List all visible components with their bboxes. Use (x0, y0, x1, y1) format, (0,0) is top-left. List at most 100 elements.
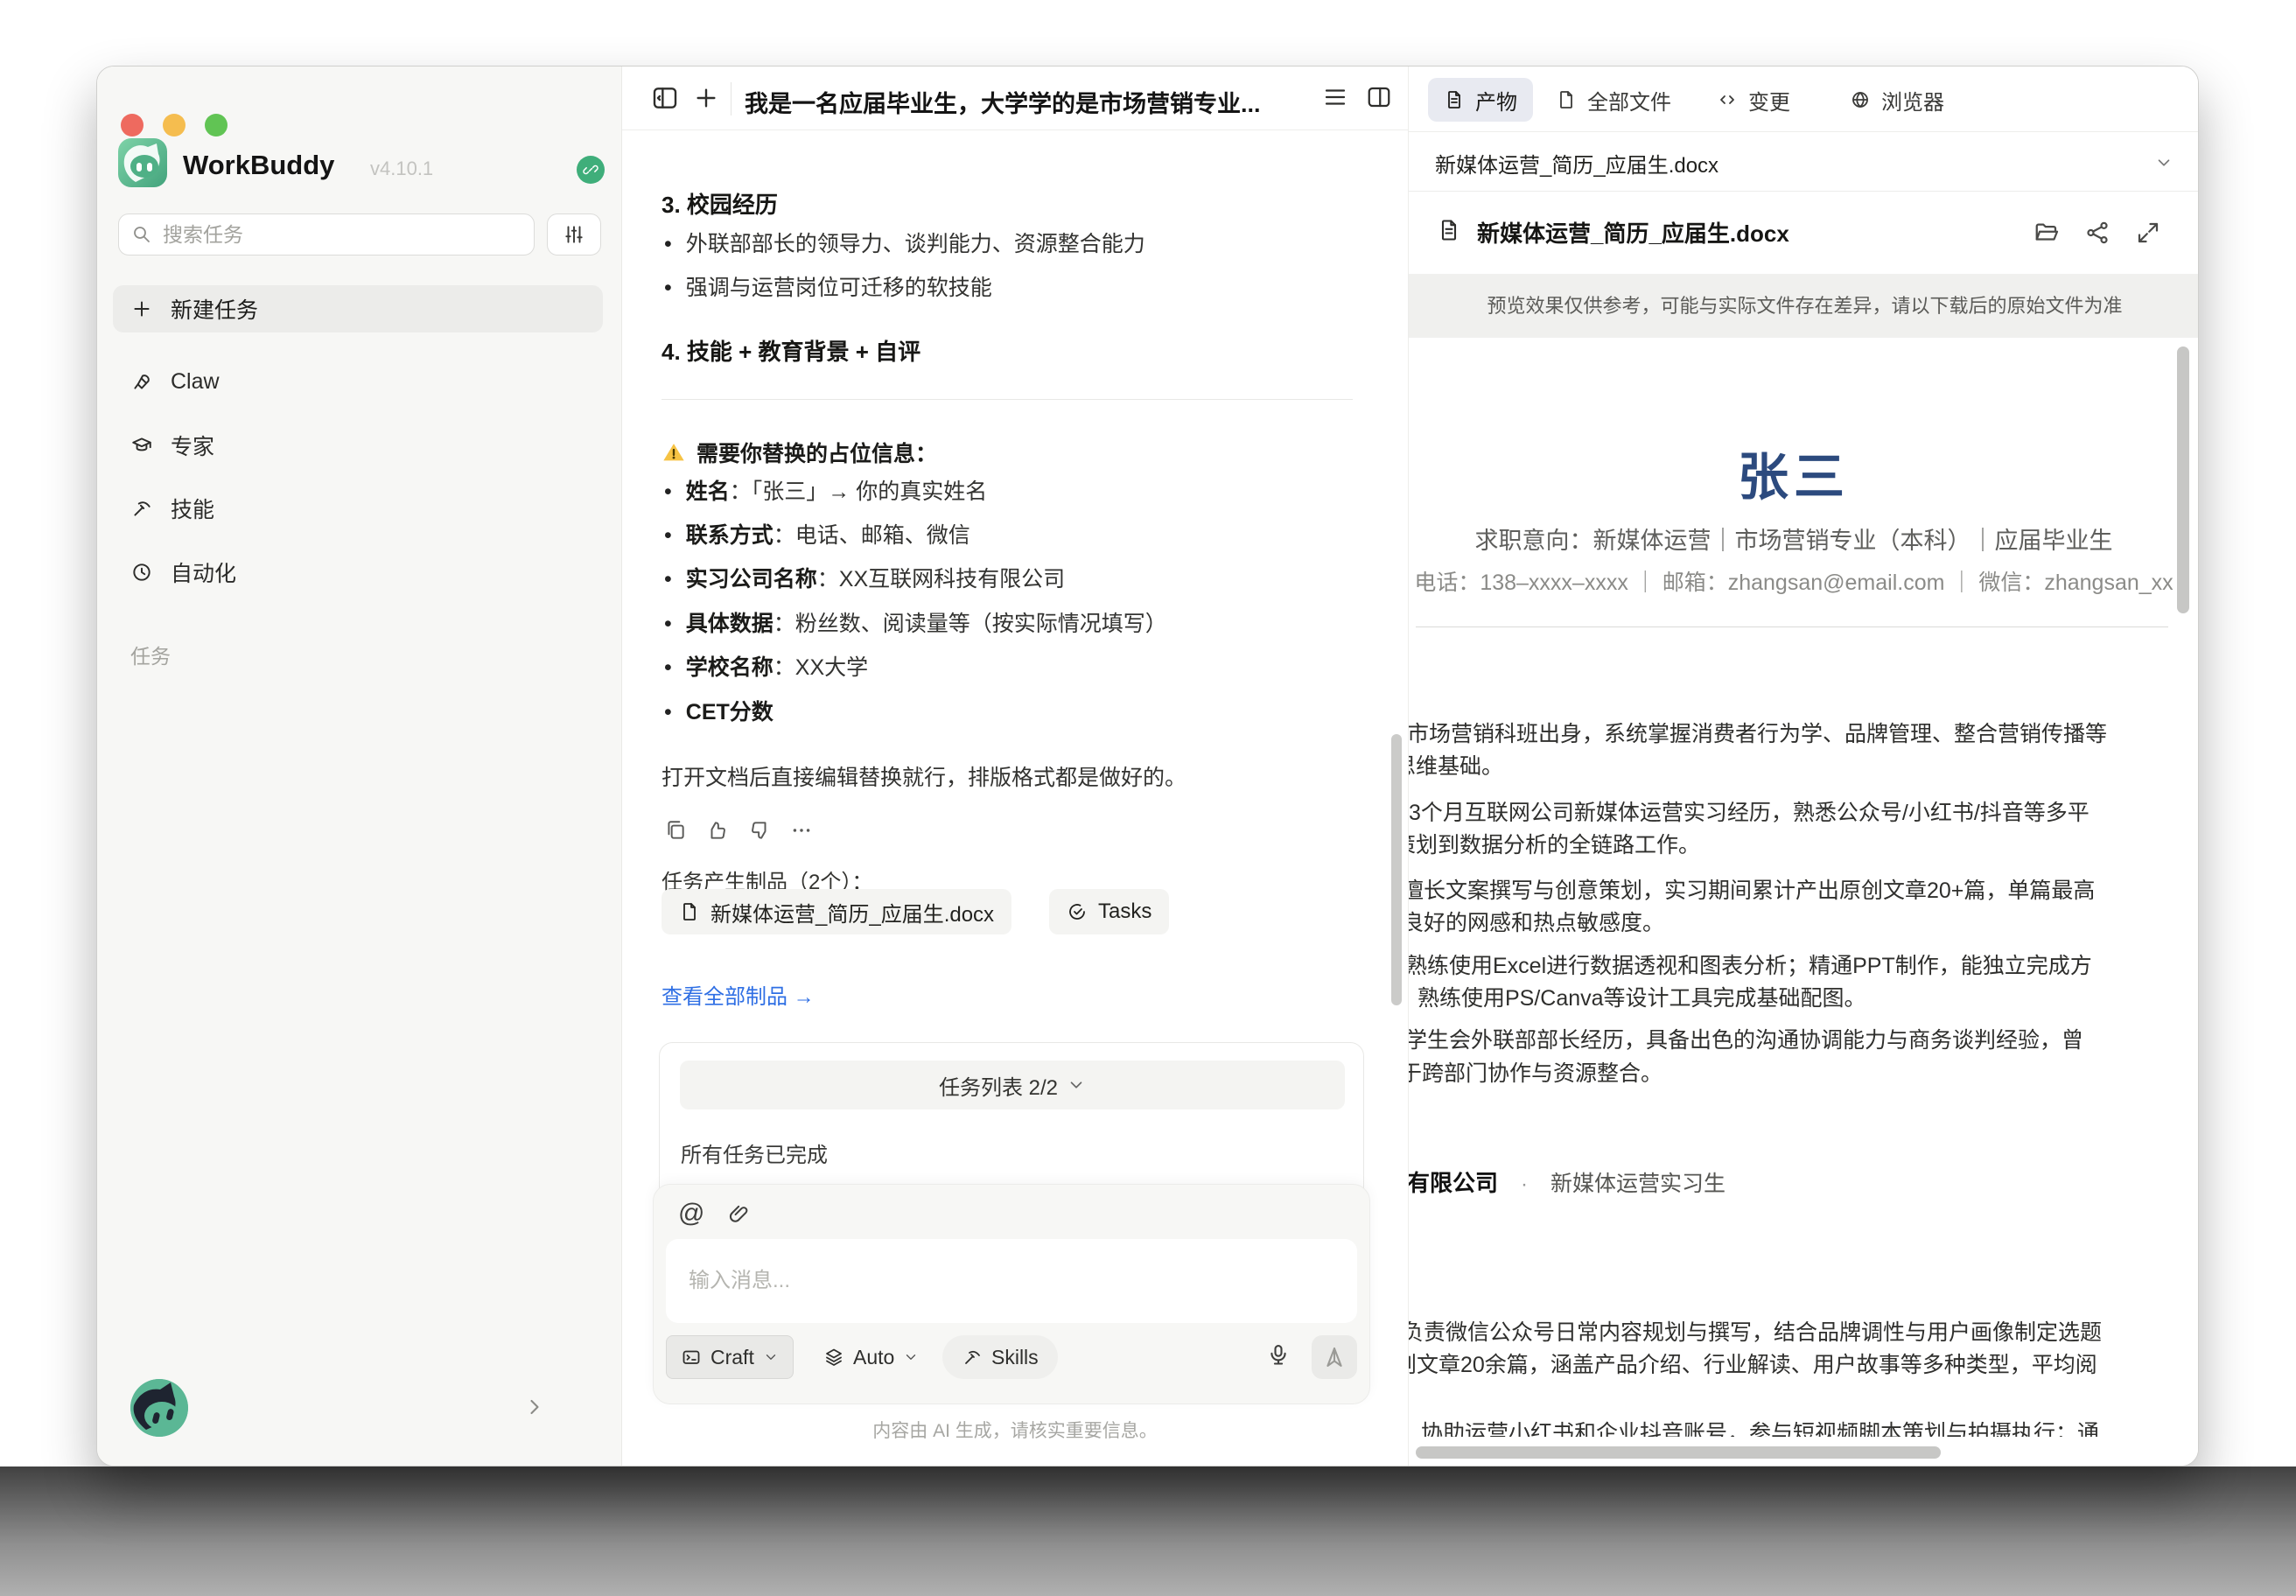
separator-dot: · (1521, 1172, 1528, 1196)
send-button[interactable] (1312, 1335, 1357, 1379)
open-folder-icon[interactable] (2034, 220, 2060, 246)
artifact-tabs: 产物 全部文件 变更 浏览器 (1409, 66, 2199, 132)
craft-label: Craft (710, 1346, 754, 1369)
document-icon (1444, 89, 1465, 110)
window-zoom-button[interactable] (205, 114, 228, 136)
skills-label: Skills (991, 1346, 1039, 1369)
message-input-box (666, 1239, 1357, 1323)
file-icon (1556, 89, 1577, 110)
skills-button[interactable]: Skills (942, 1335, 1058, 1379)
thumbs-up-icon[interactable] (706, 819, 729, 842)
sidebar-item-label: 专家 (171, 430, 214, 461)
chevron-right-icon (522, 1395, 547, 1419)
mention-icon[interactable]: @ (678, 1200, 704, 1227)
window-close-button[interactable] (121, 114, 144, 136)
new-chat-button[interactable] (692, 84, 720, 112)
tab-all-files[interactable]: 全部文件 (1540, 78, 1687, 122)
sidebar-item-automation[interactable]: 自动化 (113, 550, 603, 594)
chat-menu-button[interactable] (1322, 84, 1348, 110)
tab-label: 浏览器 (1881, 85, 1944, 116)
split-view-button[interactable] (1366, 84, 1392, 110)
microphone-icon (1266, 1342, 1291, 1367)
resume-objective: 求职意向：新媒体运营｜市场营销专业（本科）｜应届毕业生 (1409, 522, 2179, 556)
view-all-artifacts-link[interactable]: 查看全部制品 → (662, 979, 815, 1010)
tab-label: 产物 (1475, 85, 1517, 116)
user-avatar[interactable] (130, 1379, 188, 1437)
resume-line: 熟练使用Excel进行数据透视和图表分析；精通PPT制作，能独立完成方 (1409, 948, 2092, 980)
window-minimize-button[interactable] (163, 114, 186, 136)
tab-label: 全部文件 (1587, 85, 1671, 116)
copy-icon[interactable] (664, 819, 687, 842)
plus-icon (130, 298, 153, 320)
horizontal-scrollbar[interactable] (1416, 1446, 1941, 1459)
placeholder-item: 联系方式：电话、邮箱、微信 (664, 518, 970, 550)
vertical-scrollbar[interactable] (2177, 346, 2189, 613)
app-version: v4.10.1 (370, 158, 433, 180)
sidebar-item-claw[interactable]: Claw (113, 360, 603, 403)
resume-line: 于跨部门协作与资源整合。 (1409, 1056, 1662, 1088)
craft-mode-button[interactable]: Craft (666, 1335, 794, 1379)
tab-artifacts[interactable]: 产物 (1428, 78, 1533, 122)
more-actions-icon[interactable] (790, 819, 813, 842)
message-heading: 4. 技能 + 教育背景 + 自评 (662, 334, 920, 367)
placeholder-item: 姓名：「张三」→ 你的真实姓名 (664, 474, 987, 506)
sidebar-item-experts[interactable]: 专家 (113, 424, 603, 467)
code-icon (1717, 89, 1738, 110)
document-preview: 张三 求职意向：新媒体运营｜市场营销专业（本科）｜应届毕业生 电话：138–xx… (1409, 338, 2199, 1466)
tab-browser[interactable]: 浏览器 (1834, 78, 1960, 122)
artifact-file-chip[interactable]: 新媒体运营_简历_应届生.docx (662, 889, 1012, 934)
company-role: 新媒体运营实习生 (1550, 1172, 1726, 1196)
artifact-panel: 产物 全部文件 变更 浏览器 新媒体运营_简历_应届生.docx (1408, 66, 2199, 1466)
filter-button[interactable] (547, 214, 601, 256)
resume-company-row: 有限公司·新媒体运营实习生 (1409, 1166, 1726, 1198)
closing-note: 打开文档后直接编辑替换就行，排版格式都是做好的。 (662, 760, 1186, 792)
sidebar-item-label: Claw (171, 369, 220, 395)
claw-icon (130, 370, 153, 393)
placeholder-item: 学校名称：XX大学 (664, 650, 868, 682)
desktop-shadow-strip (0, 1466, 2296, 1596)
expand-icon[interactable] (2135, 220, 2161, 246)
thumbs-down-icon[interactable] (748, 819, 771, 842)
tab-changes[interactable]: 变更 (1701, 78, 1806, 122)
split-panel-icon (1366, 84, 1392, 110)
new-task-button[interactable]: 新建任务 (113, 285, 603, 332)
artifact-selector-value: 新媒体运营_简历_应届生.docx (1435, 148, 1718, 178)
voice-input-button[interactable] (1266, 1342, 1291, 1367)
message-heading: 3. 校园经历 (662, 187, 778, 220)
search-input[interactable] (163, 223, 495, 247)
attachment-icon[interactable] (727, 1202, 751, 1226)
sidebar-item-skills[interactable]: 技能 (113, 486, 603, 530)
tasks-chip[interactable]: Tasks (1049, 889, 1169, 934)
craft-icon (681, 1347, 702, 1368)
chat-scrollbar[interactable] (1391, 734, 1402, 1005)
chat-header: 我是一名应届毕业生，大学学的是市场营销专业... (622, 66, 1408, 130)
screen: WorkBuddy v4.10.1 新建任务 Claw (0, 0, 2296, 1596)
app-logo (118, 138, 167, 187)
link-icon (582, 161, 599, 178)
preview-disclaimer: 预览效果仅供参考，可能与实际文件存在差异，请以下载后的原始文件为准 (1409, 274, 2199, 338)
app-window: WorkBuddy v4.10.1 新建任务 Claw (96, 66, 2199, 1466)
resume-line: 负责微信公众号日常内容规划与撰写，结合品牌调性与用户画像制定选题 (1409, 1315, 2102, 1347)
collapse-panel-button[interactable] (651, 84, 679, 112)
share-icon[interactable] (2084, 220, 2110, 246)
plus-icon (692, 84, 720, 112)
tab-label: 变更 (1748, 85, 1790, 116)
placeholder-item: CET分数 (664, 695, 774, 726)
file-icon (679, 901, 700, 922)
connection-status-badge[interactable] (577, 156, 605, 184)
document-icon (1437, 218, 1461, 242)
message-composer: @ Craft Auto Skills (653, 1184, 1370, 1404)
auto-mode-button[interactable]: Auto (818, 1335, 924, 1379)
sidebar-expand-button[interactable] (522, 1395, 547, 1419)
artifact-selector[interactable]: 新媒体运营_简历_应届生.docx (1409, 132, 2199, 192)
message-input[interactable] (666, 1239, 1357, 1323)
menu-icon (1322, 84, 1348, 110)
resume-line: 创文章20余篇，涵盖产品介绍、行业解读、用户故事等多种类型，平均阅 (1409, 1348, 2097, 1379)
resume-divider (1416, 626, 2168, 627)
chevron-down-icon (903, 1349, 919, 1365)
task-list-toggle[interactable]: 任务列表 2/2 (680, 1060, 1345, 1110)
search-icon (131, 224, 152, 245)
warning-heading-row: 需要你替换的占位信息： (662, 437, 937, 468)
resume-line: 策划到数据分析的全链路工作。 (1409, 828, 1700, 859)
sidebar-item-label: 自动化 (171, 556, 236, 588)
